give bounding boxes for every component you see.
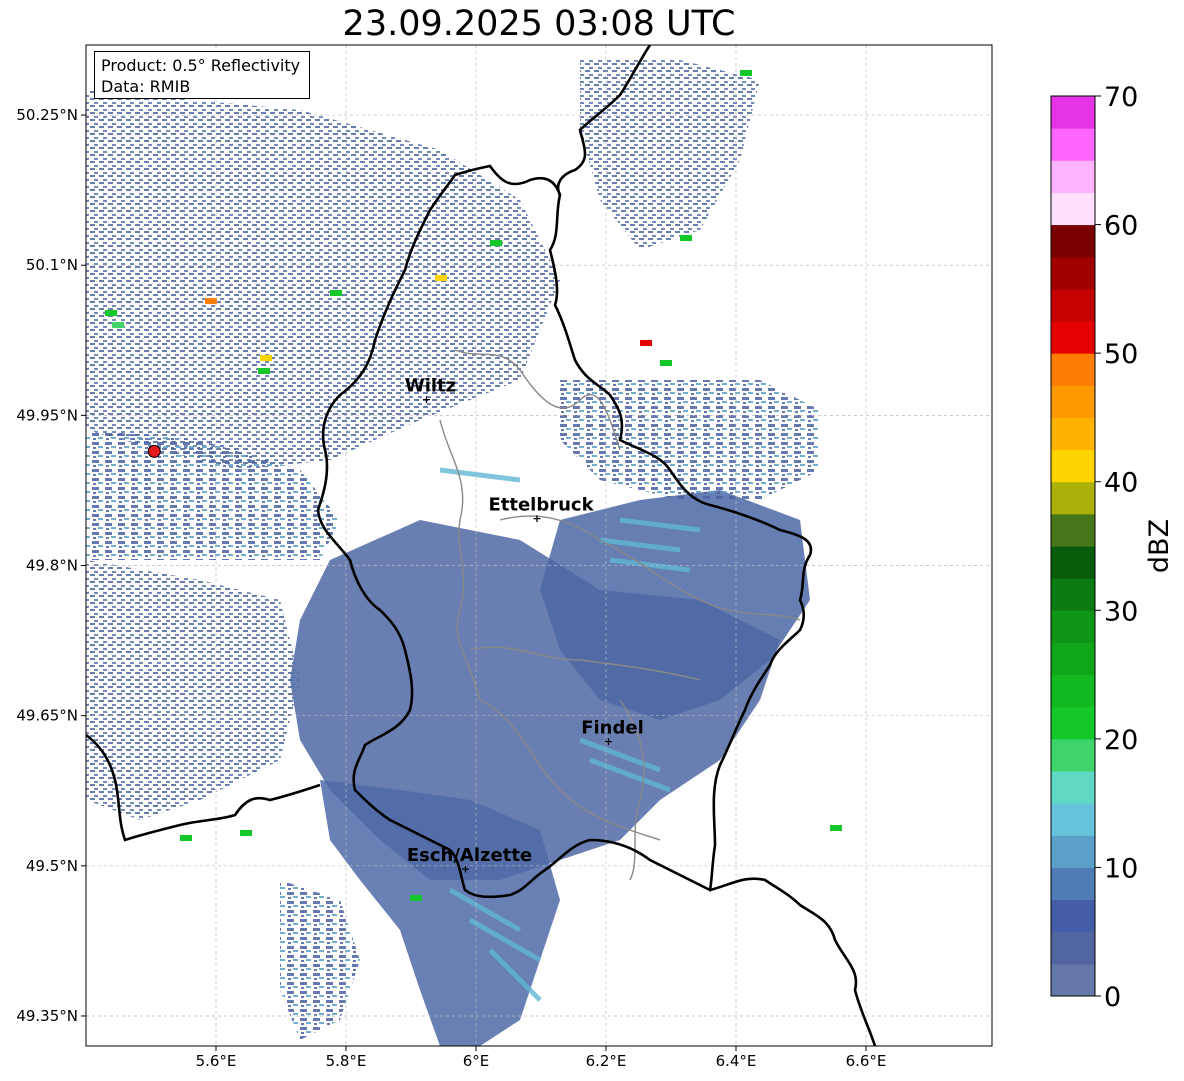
colorbar-segment — [1051, 321, 1095, 354]
colorbar-label: dBZ — [1144, 519, 1175, 573]
colorbar-segment — [1051, 835, 1095, 868]
colorbar-tick-label: 0 — [1104, 982, 1121, 1013]
colorbar-segment — [1051, 642, 1095, 676]
echo-cell — [260, 355, 272, 361]
x-tick-label: 6.6°E — [846, 1052, 887, 1070]
colorbar-segment — [1051, 803, 1095, 836]
colorbar-segment — [1051, 128, 1095, 161]
echo-cell — [660, 360, 672, 366]
y-tick-label: 49.95°N — [16, 406, 78, 424]
echo-cell — [258, 368, 270, 374]
echo-cell — [105, 310, 117, 316]
colorbar-segment — [1051, 931, 1095, 965]
echo-cell — [180, 835, 192, 841]
colorbar-segment — [1051, 771, 1095, 804]
x-tick-label: 5.6°E — [196, 1052, 237, 1070]
radar-map-figure: +Wiltz+Ettelbruck+Findel+Esch/Alzette 5.… — [16, 44, 1175, 1070]
echo-cell — [330, 290, 342, 296]
echo-cell — [205, 298, 217, 304]
city-label: Findel — [581, 718, 644, 739]
colorbar: 0 10 20 30 40 50 60 70 dBZ — [1050, 82, 1175, 1013]
longitude-tick-labels: 5.6°E 5.8°E 6°E 6.2°E 6.4°E 6.6°E — [196, 1046, 887, 1070]
city-label: Esch/Alzette — [407, 845, 532, 866]
colorbar-segment — [1051, 706, 1095, 740]
y-tick-label: 49.8°N — [26, 557, 78, 575]
colorbar-segment — [1051, 674, 1095, 708]
y-tick-label: 49.35°N — [16, 1007, 78, 1025]
colorbar-segment — [1051, 546, 1095, 579]
colorbar-segment — [1051, 96, 1095, 129]
colorbar-segment — [1051, 192, 1095, 226]
colorbar-segment — [1051, 160, 1095, 193]
colorbar-tick-label: 50 — [1104, 339, 1138, 370]
y-tick-label: 50.25°N — [16, 106, 78, 124]
y-tick-label: 50.1°N — [26, 256, 78, 274]
x-tick-label: 6.4°E — [716, 1052, 757, 1070]
x-tick-label: 6°E — [463, 1052, 490, 1070]
echo-cell — [112, 322, 124, 328]
colorbar-tick-label: 70 — [1104, 82, 1138, 113]
colorbar-tick-label: 20 — [1104, 725, 1138, 756]
echo-cell — [410, 895, 422, 901]
colorbar-segment — [1051, 288, 1095, 322]
colorbar-segment — [1051, 256, 1095, 290]
colorbar-tick-label: 60 — [1104, 211, 1138, 242]
colorbar-segment — [1051, 610, 1095, 643]
y-tick-label: 49.5°N — [26, 857, 78, 875]
city-label: Wiltz — [405, 375, 456, 396]
x-tick-label: 6.2°E — [586, 1052, 627, 1070]
x-tick-label: 5.8°E — [326, 1052, 367, 1070]
echo-cell — [490, 240, 502, 246]
echo-cell — [640, 340, 652, 346]
product-text: Product: 0.5° Reflectivity — [101, 56, 301, 75]
city-label: Ettelbruck — [488, 494, 594, 515]
product-info-box: Product: 0.5° Reflectivity Data: RMIB — [94, 51, 310, 99]
colorbar-segment — [1051, 385, 1095, 418]
colorbar-segment — [1051, 738, 1095, 772]
colorbar-segment — [1051, 963, 1095, 997]
radar-site-marker — [147, 444, 161, 458]
data-source-text: Data: RMIB — [101, 77, 191, 96]
colorbar-segment — [1051, 353, 1095, 386]
latitude-tick-labels: 50.25°N 50.1°N 49.95°N 49.8°N 49.65°N 49.5°N 4… — [16, 106, 86, 1025]
radar-site-dot — [147, 444, 161, 458]
colorbar-segment — [1051, 899, 1095, 933]
echo-cell — [830, 825, 842, 831]
y-tick-label: 49.65°N — [16, 707, 78, 725]
echo-cell — [680, 235, 692, 241]
colorbar-tick-label: 10 — [1104, 853, 1138, 884]
colorbar-segment — [1051, 449, 1095, 483]
colorbar-tick-label: 30 — [1104, 596, 1138, 627]
colorbar-segment — [1051, 481, 1095, 515]
colorbar-segment — [1051, 513, 1095, 547]
plot-area: +Wiltz+Ettelbruck+Findel+Esch/Alzette — [86, 45, 992, 1046]
echo-cell — [740, 70, 752, 76]
echo-cell — [435, 275, 447, 281]
echo-cell — [240, 830, 252, 836]
colorbar-tick-label: 40 — [1104, 468, 1138, 499]
colorbar-segment — [1051, 224, 1095, 258]
colorbar-segment — [1051, 417, 1095, 451]
colorbar-segment — [1051, 578, 1095, 611]
colorbar-segment — [1051, 867, 1095, 901]
